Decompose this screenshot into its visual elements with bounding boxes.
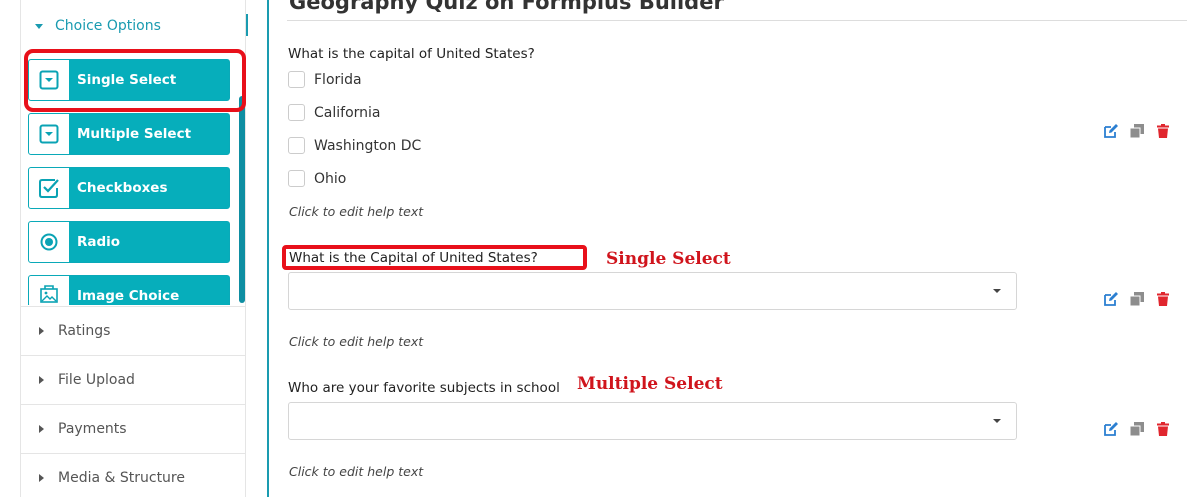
panel-divider (267, 0, 269, 497)
question-label[interactable]: Who are your favorite subjects in school (288, 380, 560, 396)
multiple-select-dropdown[interactable] (288, 402, 1017, 440)
delete-icon[interactable] (1155, 421, 1171, 437)
option-label: California (314, 104, 381, 121)
checkbox[interactable] (288, 71, 305, 88)
duplicate-icon[interactable] (1129, 291, 1145, 307)
option-washington-dc[interactable]: Washington DC (288, 137, 421, 154)
question-actions (1103, 421, 1171, 437)
radio-icon (29, 222, 69, 262)
chevron-down-icon (993, 419, 1001, 423)
delete-icon[interactable] (1155, 291, 1171, 307)
section-label: Ratings (58, 323, 111, 339)
section-label: Payments (58, 421, 127, 437)
option-florida[interactable]: Florida (288, 71, 362, 88)
option-ohio[interactable]: Ohio (288, 170, 346, 187)
section-file-upload[interactable]: File Upload (21, 355, 246, 404)
question-label[interactable]: What is the capital of United States? (288, 46, 535, 62)
caret-right-icon (39, 376, 44, 384)
sidebar-scrollbar[interactable] (239, 96, 245, 303)
question-actions (1103, 123, 1171, 139)
question-actions (1103, 291, 1171, 307)
highlight-box-single-select (24, 49, 246, 112)
section-media-structure[interactable]: Media & Structure (21, 453, 246, 497)
sidebar-item-image-choice[interactable]: Image Choice (28, 275, 230, 306)
sidebar-item-label: Radio (77, 234, 121, 250)
single-select-dropdown[interactable] (288, 272, 1017, 310)
chevron-down-icon (993, 289, 1001, 293)
checkbox[interactable] (288, 170, 305, 187)
section-label: File Upload (58, 372, 135, 388)
sidebar-item-multiple-select[interactable]: Multiple Select (28, 113, 230, 155)
checkbox[interactable] (288, 137, 305, 154)
help-text[interactable]: Click to edit help text (289, 334, 423, 349)
section-label: Media & Structure (58, 470, 185, 486)
option-california[interactable]: California (288, 104, 380, 121)
help-text[interactable]: Click to edit help text (289, 464, 423, 479)
sidebar-item-label: Checkboxes (77, 180, 168, 196)
annotation-multiple-select: Multiple Select (577, 374, 723, 394)
choice-options-header[interactable]: Choice Options (35, 18, 161, 34)
duplicate-icon[interactable] (1129, 421, 1145, 437)
help-text[interactable]: Click to edit help text (289, 204, 423, 219)
duplicate-icon[interactable] (1129, 123, 1145, 139)
image-icon (29, 276, 69, 306)
dropdown-icon (29, 114, 69, 154)
checkbox[interactable] (288, 104, 305, 121)
caret-right-icon (39, 425, 44, 433)
question-label[interactable]: What is the Capital of United States? (289, 250, 538, 266)
checkbox-icon (29, 168, 69, 208)
form-title[interactable]: Geography Quiz on Formplus Builder (289, 0, 724, 14)
header-rule (246, 14, 248, 36)
caret-right-icon (39, 327, 44, 335)
sidebar-item-checkboxes[interactable]: Checkboxes (28, 167, 230, 209)
choice-options-label: Choice Options (55, 18, 161, 34)
sidebar-item-radio[interactable]: Radio (28, 221, 230, 263)
caret-right-icon (39, 474, 44, 482)
delete-icon[interactable] (1155, 123, 1171, 139)
caret-down-icon (35, 23, 43, 29)
section-payments[interactable]: Payments (21, 404, 246, 453)
sidebar-item-label: Image Choice (77, 288, 180, 304)
sidebar-item-label: Multiple Select (77, 126, 192, 142)
option-label: Washington DC (314, 137, 422, 154)
edit-icon[interactable] (1103, 123, 1119, 139)
annotation-single-select: Single Select (606, 249, 731, 269)
section-ratings[interactable]: Ratings (21, 306, 246, 355)
option-label: Florida (314, 71, 362, 88)
title-underline (287, 20, 1187, 21)
option-label: Ohio (314, 170, 347, 187)
edit-icon[interactable] (1103, 291, 1119, 307)
edit-icon[interactable] (1103, 421, 1119, 437)
